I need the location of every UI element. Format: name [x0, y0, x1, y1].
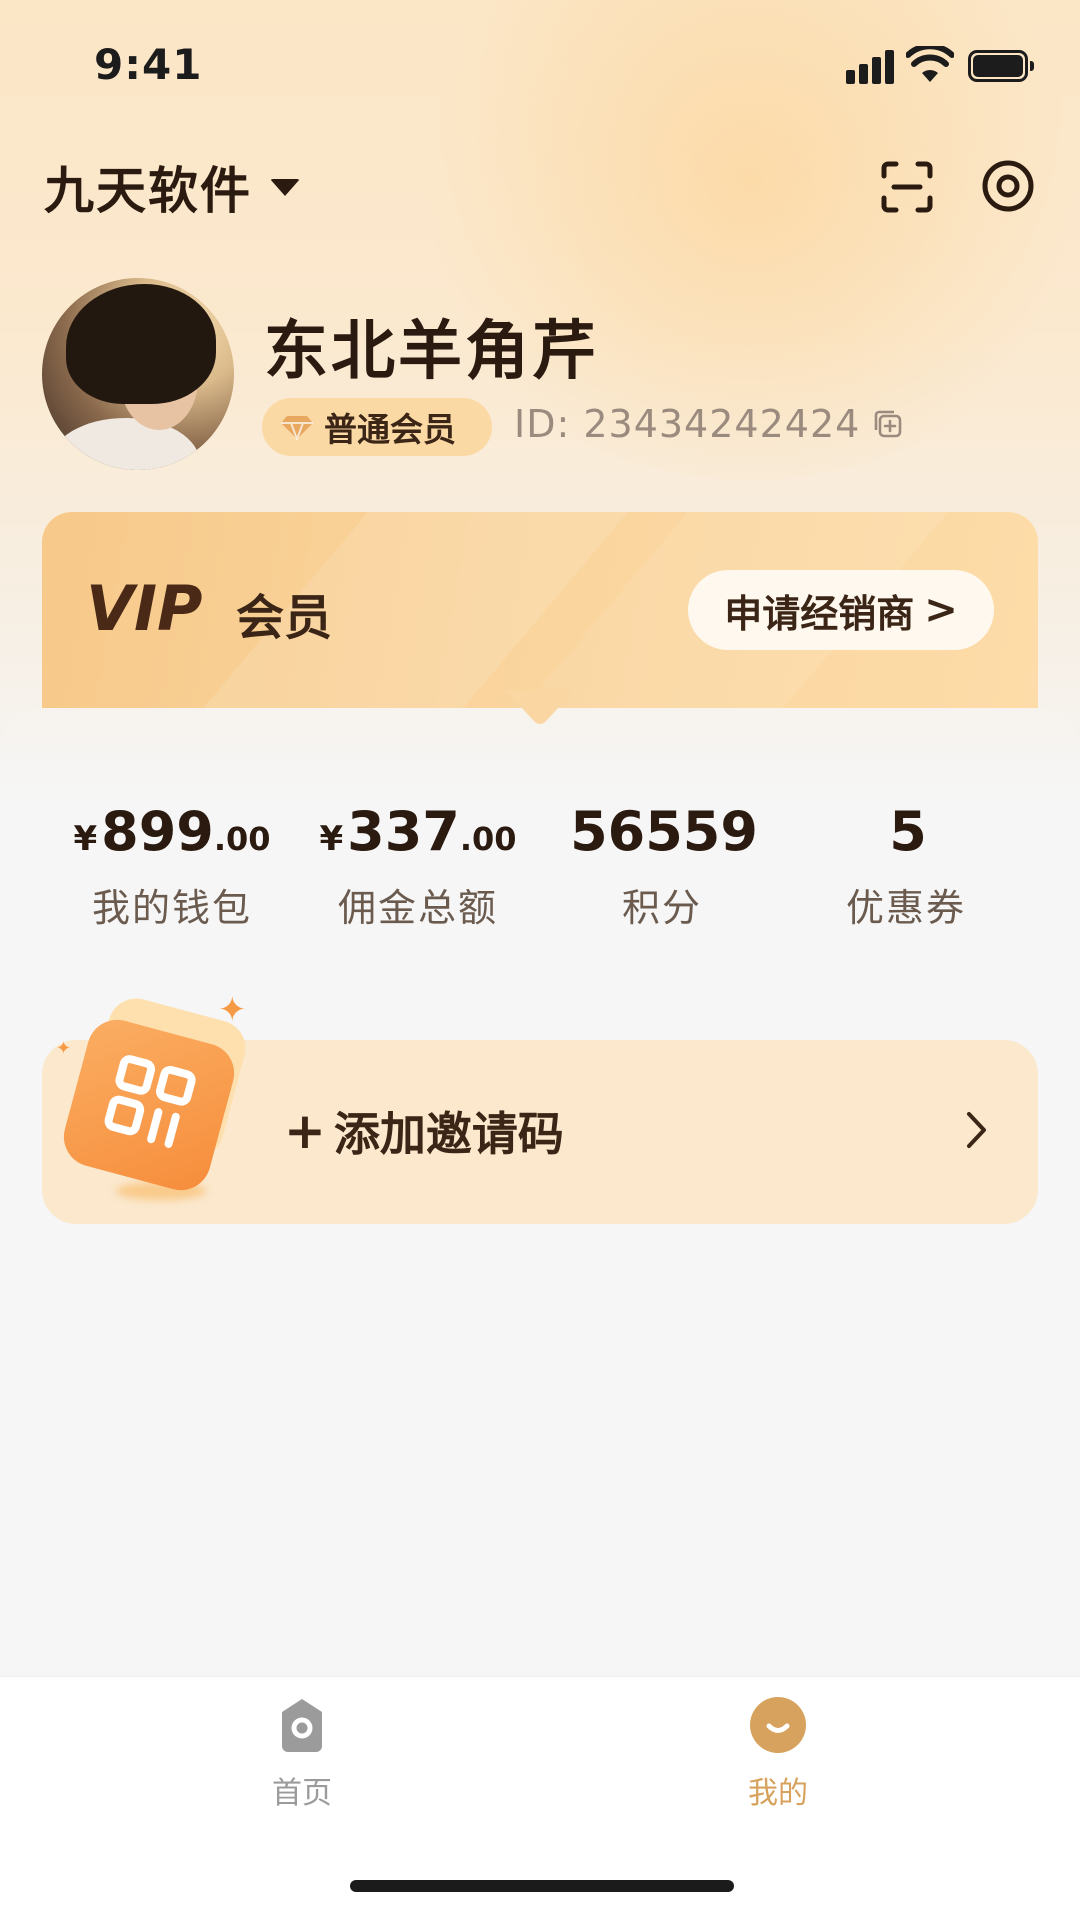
copy-icon[interactable]	[872, 408, 904, 440]
tab-mine[interactable]: 我的	[698, 1696, 858, 1812]
card-notch	[505, 690, 575, 724]
tab-label: 我的	[748, 1776, 808, 1811]
stat-wallet[interactable]: ¥899.00 我的钱包	[52, 800, 292, 932]
tab-home[interactable]: 首页	[222, 1696, 382, 1812]
status-time: 9:41	[94, 40, 203, 89]
apply-distributor-label: 申请经销商	[724, 591, 915, 636]
chevron-right-icon: >	[924, 587, 958, 633]
battery-icon	[968, 50, 1034, 82]
plus-icon: +	[284, 1102, 326, 1160]
vip-card: VIP 会员 申请经销商 >	[42, 512, 1038, 708]
cellular-signal-icon	[846, 50, 898, 84]
sparkle-icon: ✦	[218, 990, 247, 1030]
org-name: 九天软件	[44, 162, 252, 220]
svg-text:VIP: VIP	[86, 578, 203, 636]
settings-icon[interactable]	[980, 158, 1036, 214]
sparkle-icon: ✦	[56, 1038, 72, 1059]
stat-value: 56559	[570, 800, 758, 863]
vip-logo: VIP	[86, 578, 203, 636]
apply-distributor-button[interactable]: 申请经销商 >	[688, 570, 994, 650]
chevron-right-icon	[967, 1112, 986, 1148]
avatar[interactable]	[42, 278, 234, 470]
wifi-icon	[906, 46, 954, 82]
diamond-icon	[281, 416, 313, 440]
stat-label: 我的钱包	[91, 886, 252, 930]
stat-points[interactable]: 56559 积分	[542, 800, 782, 932]
user-id: ID: 23434242424	[514, 402, 861, 446]
caret-down-icon	[270, 178, 300, 196]
stat-label: 优惠券	[845, 886, 966, 930]
qr-code-icon: ✦ ✦	[56, 990, 266, 1210]
scan-icon[interactable]	[880, 160, 934, 214]
stat-label: 积分	[621, 886, 702, 930]
member-level-label: 普通会员	[324, 410, 456, 449]
tab-label: 首页	[272, 1776, 332, 1811]
member-level-badge: 普通会员	[262, 398, 492, 456]
add-invite-code-label: + 添加邀请码	[284, 1102, 564, 1161]
vip-label: 会员	[236, 590, 333, 646]
home-indicator	[350, 1880, 734, 1892]
stat-value: ¥899.00	[73, 800, 271, 863]
org-switcher[interactable]: 九天软件	[44, 155, 300, 220]
stat-commission[interactable]: ¥337.00 佣金总额	[298, 800, 538, 932]
stat-coupons[interactable]: 5 优惠券	[786, 800, 1026, 932]
stat-value: ¥337.00	[319, 800, 517, 863]
profile-smile-icon	[750, 1697, 806, 1753]
stat-label: 佣金总额	[337, 886, 498, 930]
status-bar: 9:41	[0, 0, 1080, 130]
user-id-row: ID: 23434242424	[514, 402, 904, 446]
home-icon	[282, 1699, 322, 1752]
stat-value: 5	[889, 800, 927, 863]
user-name: 东北羊角芹	[264, 315, 599, 389]
